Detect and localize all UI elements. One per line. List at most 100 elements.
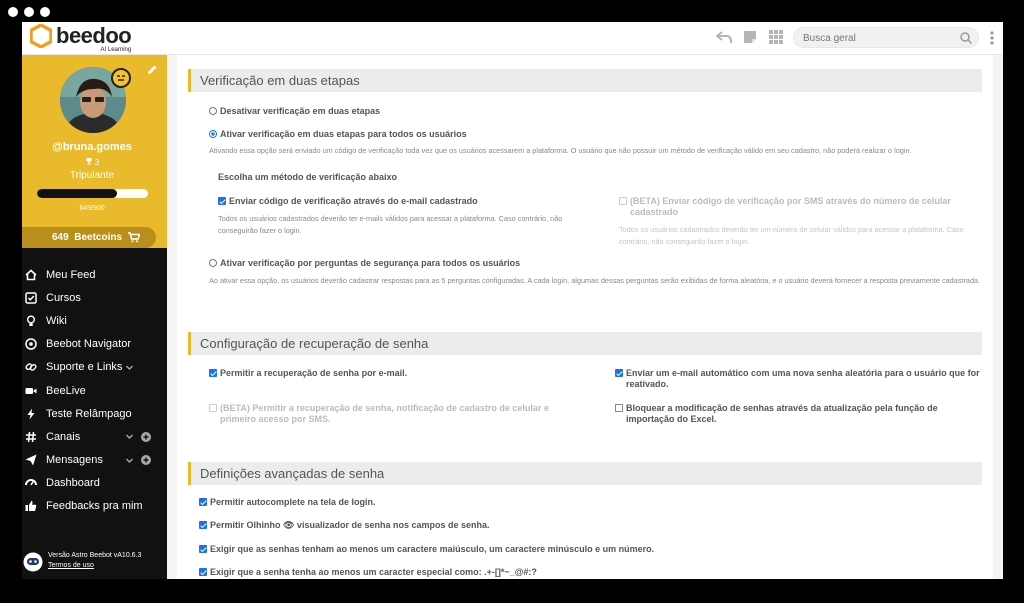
option-eye-viewer[interactable]: Permitir Olhinho 👁 visualizador de senha…: [199, 520, 490, 531]
astronaut-icon: [23, 552, 43, 572]
radio-security-questions[interactable]: [209, 259, 217, 267]
nav-item-label: Suporte e Links: [46, 361, 123, 374]
nav-item-label: Dashboard: [46, 477, 100, 490]
option-block-import[interactable]: Bloquear a modificação de senhas através…: [615, 403, 975, 425]
nav-item-cursos[interactable]: Cursos: [22, 286, 167, 309]
chevron-down-icon[interactable]: [125, 363, 134, 372]
nav-item-mensagens[interactable]: Mensagens: [22, 449, 167, 472]
option-sms-method[interactable]: (BETA) Enviar código de verificação por …: [619, 196, 959, 218]
nav-item-suporte-e-links[interactable]: Suporte e Links: [22, 356, 167, 379]
window-minimize-dot[interactable]: [24, 7, 34, 17]
nav-item-teste-relampago[interactable]: Teste Relâmpago: [22, 402, 167, 425]
version-text: Versão Astro Beebot vA10.6.3: [48, 552, 142, 559]
radio-enable-two-step[interactable]: [209, 130, 217, 138]
top-actions: [716, 29, 784, 45]
nav-item-label: BeeLive: [46, 384, 86, 397]
apps-grid-icon[interactable]: [768, 29, 784, 45]
option-case-number[interactable]: Exigir que as senhas tenham ao menos um …: [199, 544, 654, 554]
main-nav: Meu Feed Cursos Wiki Beebot Navigator Su…: [22, 263, 167, 518]
search-input[interactable]: [803, 31, 953, 45]
checkbox-special-char[interactable]: [199, 568, 207, 576]
nav-item-canais[interactable]: Canais: [22, 425, 167, 448]
checkbox-sms-recovery[interactable]: [209, 404, 217, 412]
option-security-questions[interactable]: Ativar verificação por perguntas de segu…: [209, 258, 520, 268]
option-auto-email[interactable]: Enviar um e-mail automático com uma nova…: [615, 368, 985, 390]
settings-card: Verificação em duas etapas Desativar ver…: [177, 55, 993, 579]
option-label: Bloquear a modificação de senhas através…: [626, 403, 938, 424]
chevron-down-icon[interactable]: [125, 456, 134, 465]
option-label: (BETA) Enviar código de verificação por …: [630, 196, 951, 217]
home-icon: [25, 269, 37, 280]
option-enable-two-step[interactable]: Ativar verificação em duas etapas para t…: [209, 129, 467, 139]
thumbs-up-icon: [25, 501, 37, 512]
nav-item-wiki[interactable]: Wiki: [22, 309, 167, 332]
checkbox-eye-viewer[interactable]: [199, 521, 207, 529]
nav-item-label: Meu Feed: [46, 268, 96, 281]
nav-item-beebot-navigator[interactable]: Beebot Navigator: [22, 333, 167, 356]
option-label: Desativar verificação em duas etapas: [220, 106, 381, 116]
dashboard-icon: [25, 479, 37, 486]
compass-icon: [25, 338, 37, 350]
nav-item-dashboard[interactable]: Dashboard: [22, 472, 167, 495]
video-icon: [25, 387, 37, 394]
radio-disable-two-step[interactable]: [209, 107, 217, 115]
nav-item-label: Wiki: [46, 314, 67, 327]
checkbox-case-number[interactable]: [199, 545, 207, 553]
option-special-char[interactable]: Exigir que a senha tenha ao menos um car…: [199, 567, 537, 577]
option-label: Exigir que a senha tenha ao menos um car…: [210, 567, 537, 577]
option-autocomplete[interactable]: Permitir autocomplete na tela de login.: [199, 497, 376, 507]
option-label: Ativar verificação em duas etapas para t…: [220, 129, 467, 139]
option-label: Permitir Olhinho 👁 visualizador de senha…: [210, 520, 490, 530]
checkbox-email-recovery[interactable]: [209, 369, 217, 377]
window-maximize-dot[interactable]: [40, 7, 50, 17]
nav-item-label: Cursos: [46, 291, 81, 304]
top-bar: beedoo AI Learning: [22, 22, 1003, 55]
more-options-icon[interactable]: [989, 30, 995, 46]
window-close-dot[interactable]: [8, 7, 18, 17]
beetcoins-amount: 649: [52, 232, 69, 243]
edit-profile-icon[interactable]: [146, 64, 158, 76]
checkbox-email-method[interactable]: [218, 197, 226, 205]
profile-rank: Tripulante: [69, 170, 115, 181]
nav-item-meu-feed[interactable]: Meu Feed: [22, 263, 167, 286]
global-search: [793, 27, 979, 48]
note-icon[interactable]: [742, 29, 758, 45]
nav-item-beelive[interactable]: BeeLive: [22, 379, 167, 402]
profile-username[interactable]: @bruna.gomes: [22, 141, 162, 153]
beedoo-logo[interactable]: beedoo AI Learning: [30, 24, 132, 53]
trophy-count-value: 3: [94, 158, 100, 167]
option-email-recovery[interactable]: Permitir a recuperação de senha por e-ma…: [209, 368, 407, 378]
option-label: Exigir que as senhas tenham ao menos um …: [210, 544, 655, 554]
undo-icon[interactable]: [716, 29, 732, 45]
lightning-icon: [27, 408, 35, 420]
window-controls: [8, 7, 50, 17]
link-icon: [25, 363, 37, 372]
option-label: Enviar código de verificação através do …: [229, 196, 478, 206]
security-questions-description: Ao ativar essa opção, os usuários deverã…: [209, 276, 981, 285]
add-message-icon[interactable]: [141, 455, 151, 466]
nav-item-label: Mensagens: [46, 454, 103, 467]
option-email-method[interactable]: Enviar código de verificação através do …: [218, 196, 578, 206]
option-sms-recovery[interactable]: (BETA) Permitir a recuperação de senha, …: [209, 403, 569, 425]
status-emoji-icon: [111, 68, 131, 88]
section-title: Configuração de recuperação de senha: [200, 336, 429, 351]
nav-item-feedbacks-pra-mim[interactable]: Feedbacks pra mim: [22, 495, 167, 518]
option-disable-two-step[interactable]: Desativar verificação em duas etapas: [209, 106, 380, 116]
section-title: Definições avançadas de senha: [200, 466, 385, 481]
option-label: (BETA) Permitir a recuperação de senha, …: [220, 403, 549, 424]
checkbox-autocomplete[interactable]: [199, 498, 207, 506]
sidebar: @bruna.gomes 3 Tripulante 649/900 649 Be…: [22, 55, 167, 579]
add-channel-icon[interactable]: [141, 431, 151, 442]
checkbox-block-import[interactable]: [615, 404, 623, 412]
terms-link[interactable]: Termos de uso: [48, 562, 94, 569]
chevron-down-icon[interactable]: [125, 432, 134, 441]
app-window: beedoo AI Learning Busca geral @bruna.go…: [22, 22, 1003, 579]
checkbox-auto-email[interactable]: [615, 369, 623, 377]
lightbulb-icon: [27, 315, 35, 326]
checklist-icon: [25, 292, 37, 304]
checkbox-sms-method[interactable]: [619, 197, 627, 205]
email-method-description: Todos os usuários cadastrados deverão te…: [218, 214, 563, 235]
profile-card: @bruna.gomes 3 Tripulante 649/900 649 Be…: [22, 55, 167, 248]
search-icon[interactable]: [959, 31, 973, 45]
beetcoins-balance[interactable]: 649 Beetcoins: [22, 227, 156, 248]
